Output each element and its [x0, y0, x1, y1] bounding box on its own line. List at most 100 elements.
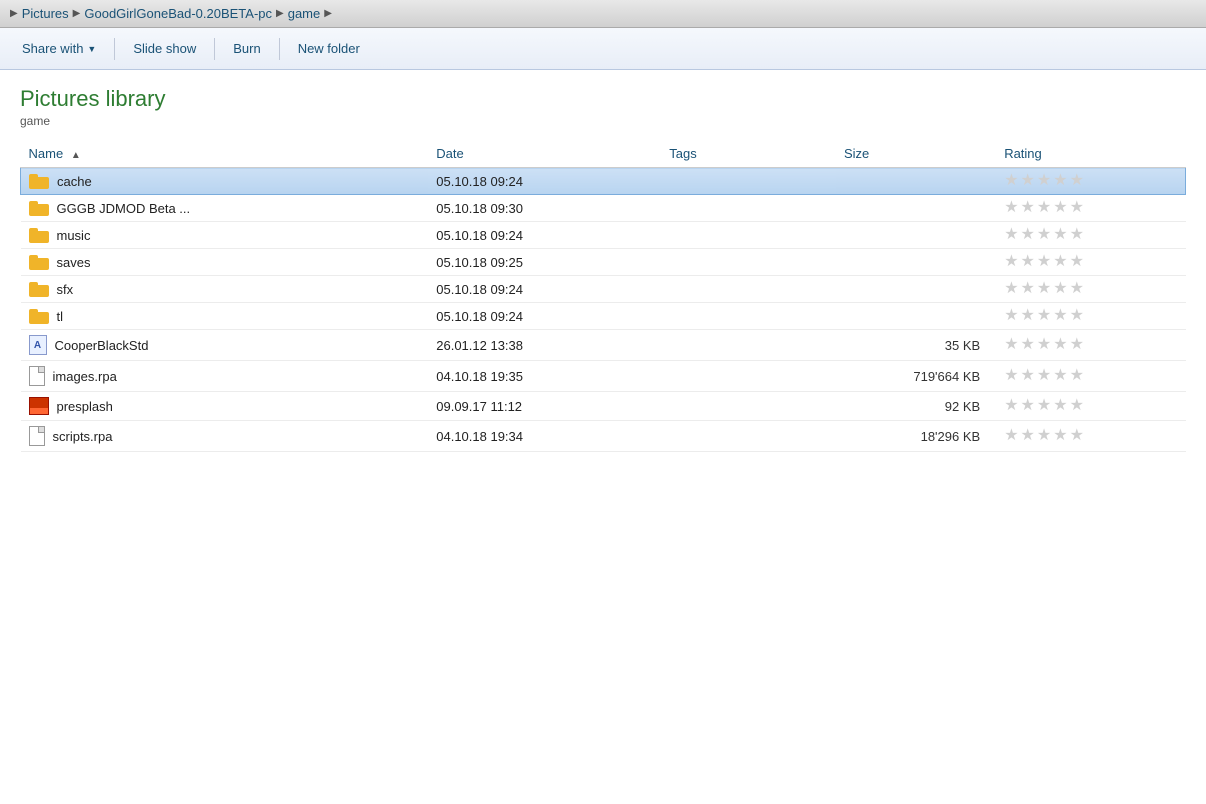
star-2[interactable]: ★	[1021, 428, 1035, 444]
star-2[interactable]: ★	[1021, 337, 1035, 353]
star-3[interactable]: ★	[1037, 281, 1051, 297]
star-4[interactable]: ★	[1053, 368, 1067, 384]
star-rating[interactable]: ★★★★★	[1004, 368, 1177, 384]
file-size	[836, 168, 996, 195]
star-2[interactable]: ★	[1021, 308, 1035, 324]
file-rating[interactable]: ★★★★★	[996, 330, 1185, 361]
star-2[interactable]: ★	[1021, 368, 1035, 384]
star-2[interactable]: ★	[1021, 173, 1035, 189]
file-rating[interactable]: ★★★★★	[996, 303, 1185, 330]
star-rating[interactable]: ★★★★★	[1004, 227, 1177, 243]
file-size: 35 KB	[836, 330, 996, 361]
share-with-button[interactable]: Share with ▼	[10, 37, 108, 60]
star-5[interactable]: ★	[1070, 337, 1084, 353]
table-row[interactable]: presplash09.09.17 11:1292 KB★★★★★	[21, 392, 1186, 421]
star-3[interactable]: ★	[1037, 368, 1051, 384]
file-date: 05.10.18 09:24	[428, 168, 661, 195]
star-4[interactable]: ★	[1053, 308, 1067, 324]
table-row[interactable]: music05.10.18 09:24★★★★★	[21, 222, 1186, 249]
col-header-date[interactable]: Date	[428, 142, 661, 168]
star-5[interactable]: ★	[1070, 428, 1084, 444]
star-rating[interactable]: ★★★★★	[1004, 308, 1177, 324]
star-1[interactable]: ★	[1004, 173, 1018, 189]
file-name-cell: scripts.rpa	[21, 421, 429, 452]
file-rating[interactable]: ★★★★★	[996, 249, 1185, 276]
star-3[interactable]: ★	[1037, 254, 1051, 270]
star-5[interactable]: ★	[1070, 227, 1084, 243]
star-4[interactable]: ★	[1053, 227, 1067, 243]
file-rating[interactable]: ★★★★★	[996, 361, 1185, 392]
star-5[interactable]: ★	[1070, 368, 1084, 384]
star-1[interactable]: ★	[1004, 368, 1018, 384]
star-4[interactable]: ★	[1053, 173, 1067, 189]
star-3[interactable]: ★	[1037, 428, 1051, 444]
file-date: 09.09.17 11:12	[428, 392, 661, 421]
star-5[interactable]: ★	[1070, 173, 1084, 189]
table-row[interactable]: ACooperBlackStd26.01.12 13:3835 KB★★★★★	[21, 330, 1186, 361]
star-3[interactable]: ★	[1037, 398, 1051, 414]
star-rating[interactable]: ★★★★★	[1004, 428, 1177, 444]
star-1[interactable]: ★	[1004, 254, 1018, 270]
star-1[interactable]: ★	[1004, 337, 1018, 353]
star-1[interactable]: ★	[1004, 200, 1018, 216]
burn-button[interactable]: Burn	[221, 37, 272, 60]
col-header-size[interactable]: Size	[836, 142, 996, 168]
file-rating[interactable]: ★★★★★	[996, 392, 1185, 421]
star-3[interactable]: ★	[1037, 337, 1051, 353]
star-5[interactable]: ★	[1070, 254, 1084, 270]
content-area: Pictures library game Name ▲ Date Tags S…	[0, 70, 1206, 452]
star-1[interactable]: ★	[1004, 308, 1018, 324]
col-header-name[interactable]: Name ▲	[21, 142, 429, 168]
table-row[interactable]: scripts.rpa04.10.18 19:3418'296 KB★★★★★	[21, 421, 1186, 452]
star-4[interactable]: ★	[1053, 281, 1067, 297]
table-row[interactable]: saves05.10.18 09:25★★★★★	[21, 249, 1186, 276]
breadcrumb-pictures[interactable]: Pictures	[22, 6, 69, 21]
star-5[interactable]: ★	[1070, 200, 1084, 216]
star-3[interactable]: ★	[1037, 200, 1051, 216]
star-3[interactable]: ★	[1037, 173, 1051, 189]
table-row[interactable]: cache05.10.18 09:24★★★★★	[21, 168, 1186, 195]
file-rating[interactable]: ★★★★★	[996, 276, 1185, 303]
star-rating[interactable]: ★★★★★	[1004, 200, 1177, 216]
star-2[interactable]: ★	[1021, 227, 1035, 243]
file-rating[interactable]: ★★★★★	[996, 222, 1185, 249]
table-row[interactable]: sfx05.10.18 09:24★★★★★	[21, 276, 1186, 303]
star-4[interactable]: ★	[1053, 337, 1067, 353]
star-5[interactable]: ★	[1070, 398, 1084, 414]
star-rating[interactable]: ★★★★★	[1004, 173, 1177, 189]
col-header-tags[interactable]: Tags	[661, 142, 836, 168]
file-name-cell: ACooperBlackStd	[21, 330, 429, 361]
star-rating[interactable]: ★★★★★	[1004, 281, 1177, 297]
star-5[interactable]: ★	[1070, 308, 1084, 324]
breadcrumb-game-folder[interactable]: GoodGirlGoneBad-0.20BETA-pc	[84, 6, 272, 21]
file-rating[interactable]: ★★★★★	[996, 195, 1185, 222]
file-name-text: images.rpa	[53, 369, 117, 384]
slideshow-button[interactable]: Slide show	[121, 37, 208, 60]
breadcrumb-game[interactable]: game	[288, 6, 321, 21]
new-folder-button[interactable]: New folder	[286, 37, 372, 60]
table-row[interactable]: images.rpa04.10.18 19:35719'664 KB★★★★★	[21, 361, 1186, 392]
table-row[interactable]: tl05.10.18 09:24★★★★★	[21, 303, 1186, 330]
star-4[interactable]: ★	[1053, 254, 1067, 270]
file-rating[interactable]: ★★★★★	[996, 421, 1185, 452]
table-row[interactable]: GGGB JDMOD Beta ...05.10.18 09:30★★★★★	[21, 195, 1186, 222]
star-4[interactable]: ★	[1053, 428, 1067, 444]
star-2[interactable]: ★	[1021, 254, 1035, 270]
file-rating[interactable]: ★★★★★	[996, 168, 1185, 195]
star-rating[interactable]: ★★★★★	[1004, 254, 1177, 270]
star-3[interactable]: ★	[1037, 308, 1051, 324]
star-1[interactable]: ★	[1004, 398, 1018, 414]
star-rating[interactable]: ★★★★★	[1004, 337, 1177, 353]
star-4[interactable]: ★	[1053, 398, 1067, 414]
star-2[interactable]: ★	[1021, 281, 1035, 297]
star-5[interactable]: ★	[1070, 281, 1084, 297]
star-rating[interactable]: ★★★★★	[1004, 398, 1177, 414]
star-1[interactable]: ★	[1004, 281, 1018, 297]
star-3[interactable]: ★	[1037, 227, 1051, 243]
col-header-rating[interactable]: Rating	[996, 142, 1185, 168]
star-2[interactable]: ★	[1021, 200, 1035, 216]
star-4[interactable]: ★	[1053, 200, 1067, 216]
star-2[interactable]: ★	[1021, 398, 1035, 414]
star-1[interactable]: ★	[1004, 227, 1018, 243]
star-1[interactable]: ★	[1004, 428, 1018, 444]
